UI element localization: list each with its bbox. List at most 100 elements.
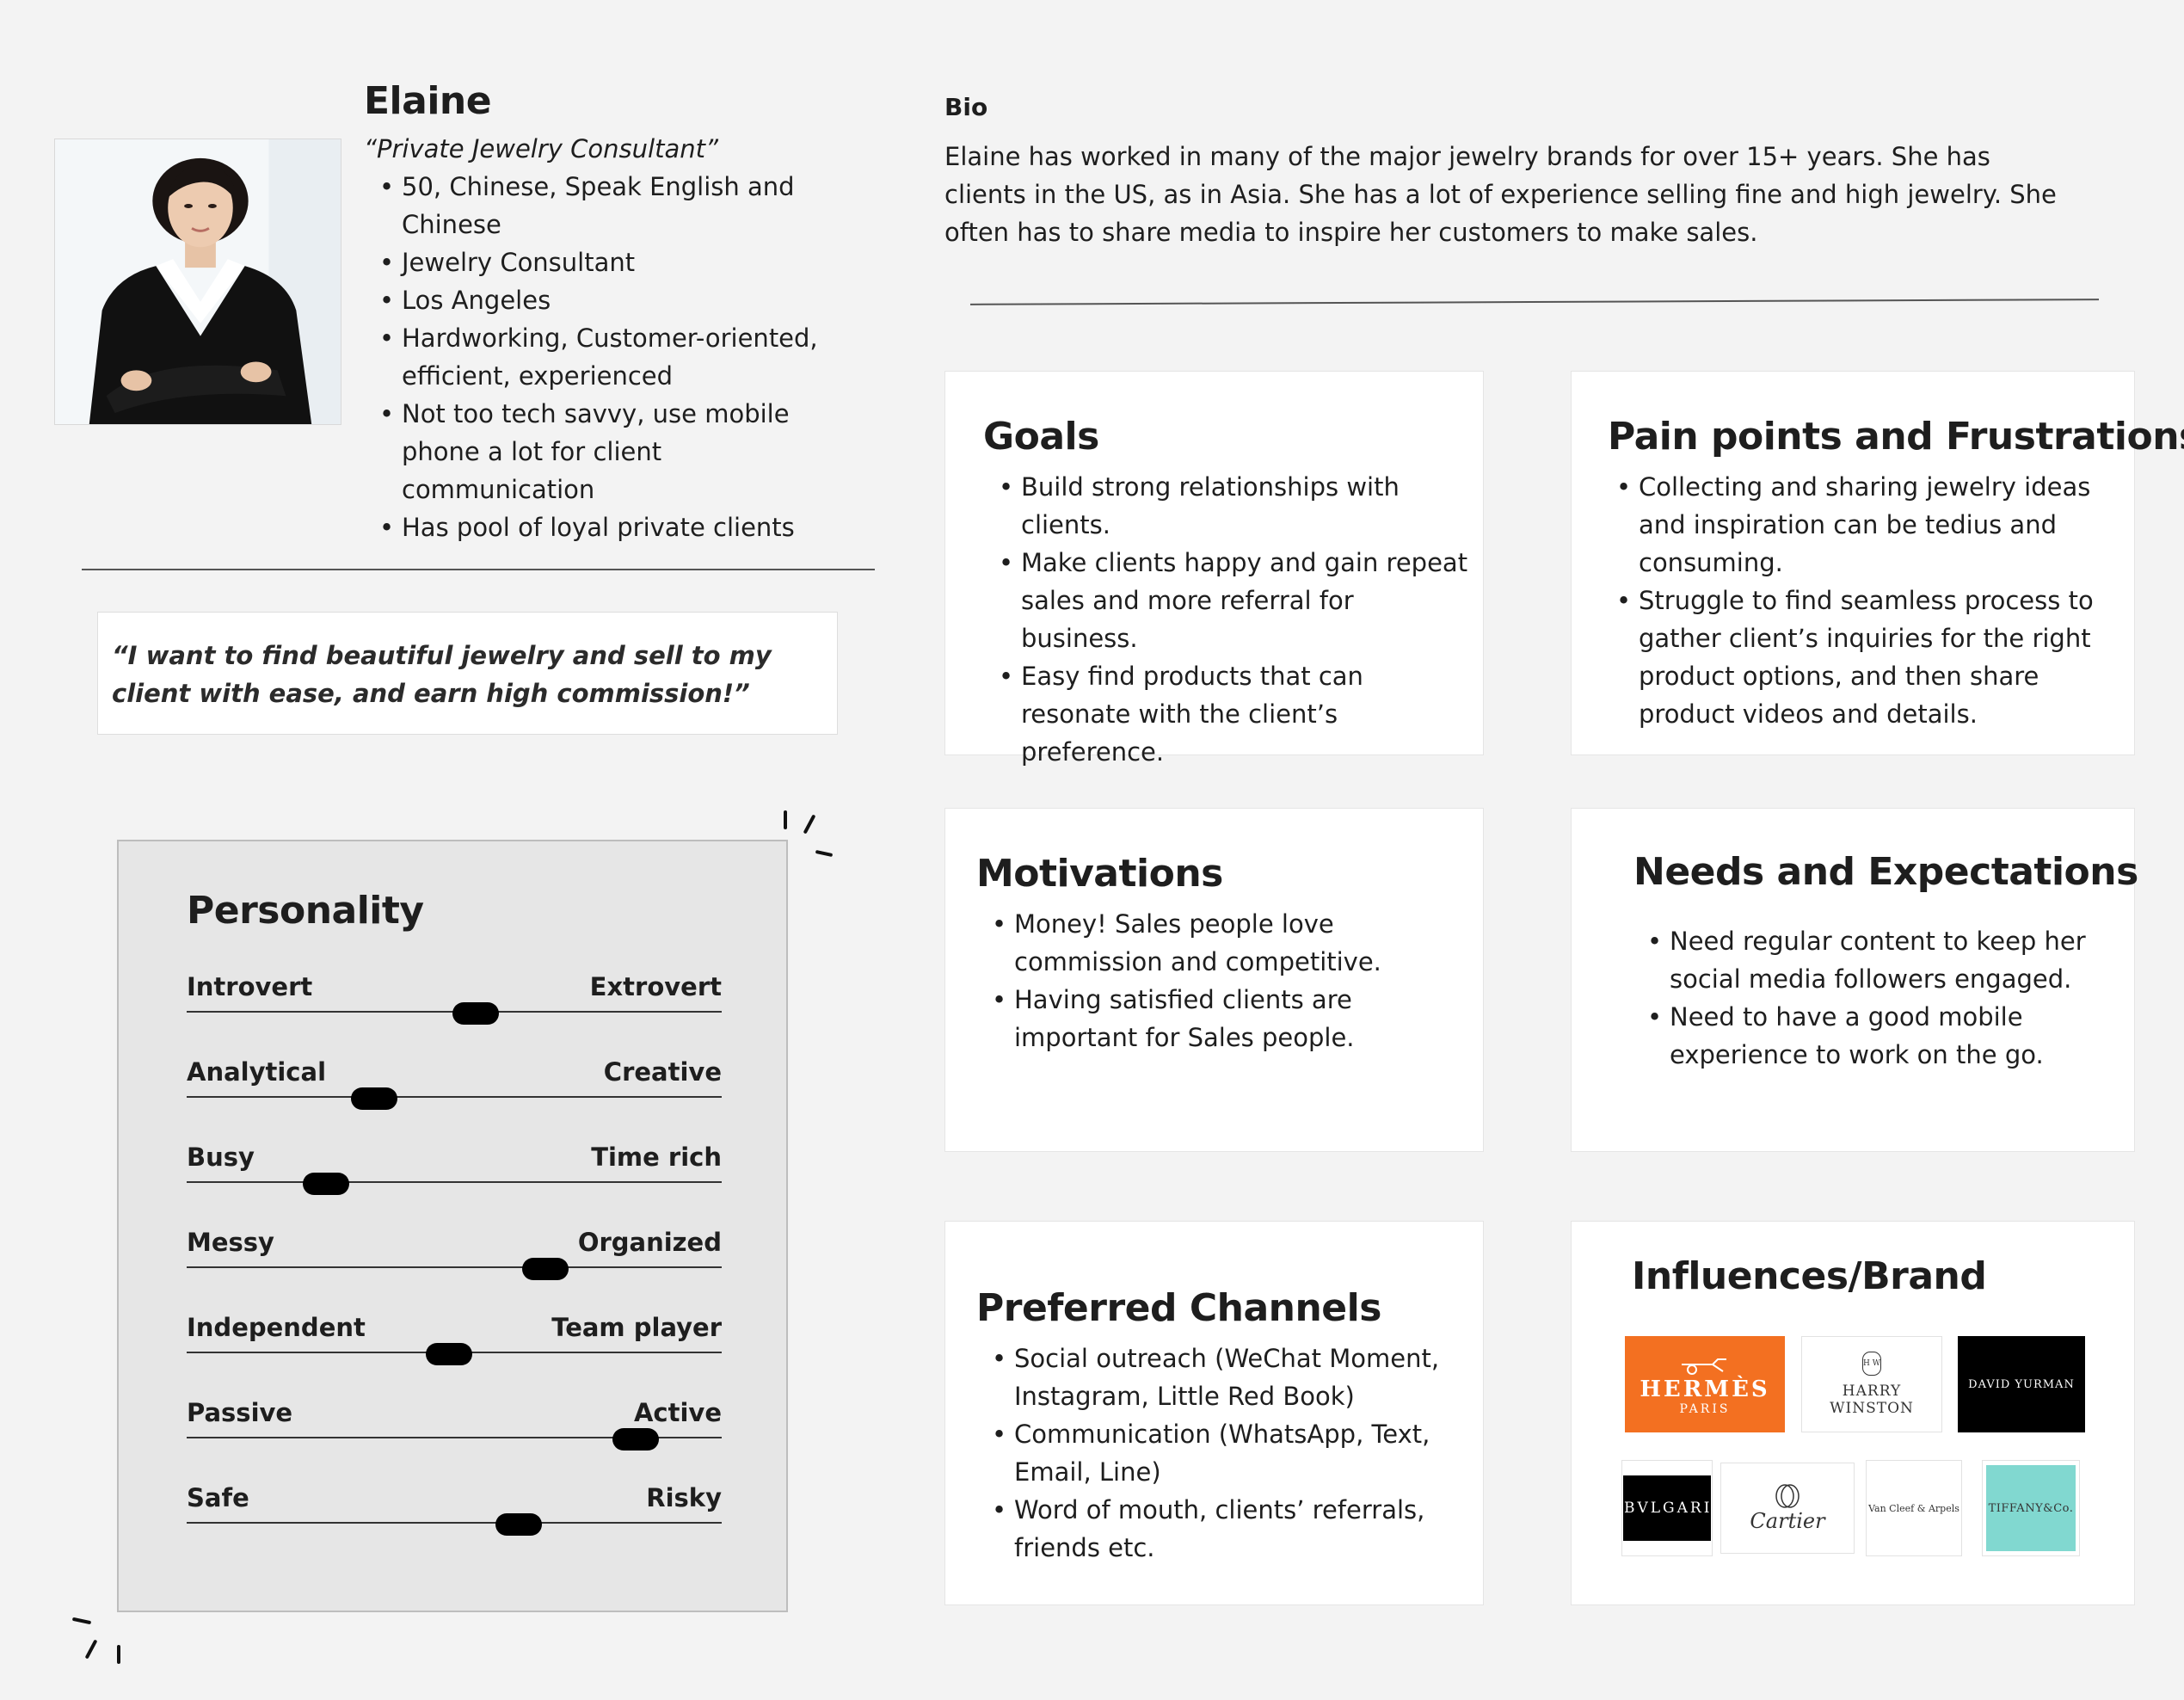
cartier-double-c-icon: [1775, 1484, 1799, 1508]
trait-slider-knob[interactable]: [452, 1002, 499, 1025]
cartier-logo: Cartier: [1720, 1463, 1855, 1554]
trait-track: [187, 1096, 722, 1098]
pain-point-item: Struggle to find seamless process to gat…: [1616, 582, 2098, 733]
trait-messy-organized: Messy Organized: [187, 1228, 722, 1280]
spark-mark: [71, 1617, 92, 1625]
trait-right-label: Team player: [551, 1313, 722, 1342]
spark-mark: [84, 1639, 98, 1660]
pain-points-title: Pain points and Frustrations: [1608, 415, 2184, 459]
hermes-name: HERMÈS: [1640, 1377, 1770, 1402]
goals-title: Goals: [983, 415, 1099, 459]
channel-item: Word of mouth, clients’ referrals, frien…: [992, 1491, 1456, 1567]
trait-independent-teamplayer: Independent Team player: [187, 1313, 722, 1365]
goals-list: Build strong relationships with clients.…: [999, 468, 1472, 771]
tiffany-logo: TIFFANY&Co.: [1982, 1460, 2080, 1556]
fact-item: Not too tech savvy, use mobile phone a l…: [379, 395, 861, 508]
trait-track: [187, 1266, 722, 1268]
goal-item: Build strong relationships with clients.: [999, 468, 1472, 544]
harry-winston-logo: H W HARRY WINSTON: [1801, 1336, 1942, 1432]
david-yurman-logo: DAVID YURMAN: [1958, 1336, 2085, 1432]
trait-right-label: Creative: [603, 1057, 722, 1087]
persona-facts: 50, Chinese, Speak English and Chinese J…: [379, 168, 861, 546]
goal-item: Easy find products that can resonate wit…: [999, 657, 1472, 771]
pain-point-item: Collecting and sharing jewelry ideas and…: [1616, 468, 2098, 582]
carriage-icon: [1682, 1358, 1726, 1375]
trait-slider-knob[interactable]: [303, 1173, 349, 1195]
trait-slider-knob[interactable]: [612, 1428, 659, 1451]
fact-item: Jewelry Consultant: [379, 243, 861, 281]
channel-item: Social outreach (WeChat Moment, Instagra…: [992, 1340, 1456, 1415]
hermes-logo: HERMÈS PARIS: [1625, 1336, 1785, 1432]
trait-right-label: Time rich: [591, 1143, 722, 1172]
bio-text: Elaine has worked in many of the major j…: [944, 142, 2057, 247]
persona-role: “Private Jewelry Consultant”: [364, 134, 719, 163]
trait-safe-risky: Safe Risky: [187, 1483, 722, 1536]
harry-winston-name: HARRY WINSTON: [1830, 1383, 1914, 1417]
spark-mark: [815, 849, 834, 858]
spark-mark: [803, 814, 816, 835]
trait-passive-active: Passive Active: [187, 1398, 722, 1451]
fact-item: Has pool of loyal private clients: [379, 508, 861, 546]
motivation-item: Money! Sales people love commission and …: [992, 905, 1473, 981]
channels-list: Social outreach (WeChat Moment, Instagra…: [992, 1340, 1456, 1567]
pain-points-list: Collecting and sharing jewelry ideas and…: [1616, 468, 2098, 733]
channel-item: Communication (WhatsApp, Text, Email, Li…: [992, 1415, 1456, 1491]
profile-photo: [54, 139, 341, 425]
trait-track: [187, 1522, 722, 1524]
goals-card: Goals Build strong relationships with cl…: [944, 371, 1484, 767]
trait-slider-knob[interactable]: [426, 1343, 472, 1365]
influences-title: Influences/Brand: [1632, 1254, 1987, 1298]
harry-winston-mark: H W: [1862, 1352, 1881, 1376]
bio-label: Bio: [944, 93, 988, 121]
trait-left-label: Busy: [187, 1143, 255, 1172]
trait-left-label: Introvert: [187, 972, 313, 1001]
persona-quote: “I want to find beautiful jewelry and se…: [97, 612, 838, 735]
channels-card: Preferred Channels Social outreach (WeCh…: [944, 1221, 1484, 1605]
needs-list: Need regular content to keep her social …: [1647, 922, 2095, 1074]
bvlgari-name: BVLGARI: [1624, 1500, 1710, 1517]
hermes-sub: PARIS: [1679, 1402, 1731, 1416]
fact-item: Hardworking, Customer-oriented, efficien…: [379, 319, 861, 395]
spark-mark: [784, 810, 787, 829]
trait-right-label: Active: [633, 1398, 722, 1427]
personality-title: Personality: [187, 889, 424, 933]
channels-title: Preferred Channels: [976, 1286, 1381, 1330]
trait-left-label: Safe: [187, 1483, 249, 1512]
need-item: Need regular content to keep her social …: [1647, 922, 2095, 998]
needs-title: Needs and Expectations: [1633, 850, 2138, 894]
david-yurman-name: DAVID YURMAN: [1968, 1377, 2075, 1391]
trait-introvert-extrovert: Introvert Extrovert: [187, 972, 722, 1025]
needs-card: Needs and Expectations Need regular cont…: [1571, 808, 2138, 1152]
persona-name: Elaine: [364, 79, 492, 123]
influences-card: Influences/Brand HERMÈS PARIS H W HARRY …: [1571, 1221, 2135, 1605]
van-cleef-logo: Van Cleef & Arpels: [1866, 1460, 1962, 1556]
trait-left-label: Messy: [187, 1228, 274, 1257]
trait-slider-knob[interactable]: [351, 1087, 397, 1110]
trait-right-label: Extrovert: [589, 972, 722, 1001]
bvlgari-logo: BVLGARI: [1621, 1460, 1713, 1556]
trait-busy-timerich: Busy Time rich: [187, 1143, 722, 1195]
woman-portrait-icon: [55, 139, 341, 424]
motivations-card: Motivations Money! Sales people love com…: [944, 808, 1484, 1152]
trait-right-label: Risky: [646, 1483, 722, 1512]
motivations-list: Money! Sales people love commission and …: [992, 905, 1473, 1056]
trait-track: [187, 1181, 722, 1183]
fact-item: 50, Chinese, Speak English and Chinese: [379, 168, 861, 243]
van-cleef-name: Van Cleef & Arpels: [1868, 1502, 1959, 1514]
pain-points-card: Pain points and Frustrations Collecting …: [1571, 371, 2184, 755]
trait-slider-knob[interactable]: [495, 1513, 542, 1536]
personality-panel: Personality Introvert Extrovert Analytic…: [117, 840, 788, 1612]
fact-item: Los Angeles: [379, 281, 861, 319]
trait-slider-knob[interactable]: [522, 1258, 569, 1280]
trait-analytical-creative: Analytical Creative: [187, 1057, 722, 1110]
trait-left-label: Passive: [187, 1398, 293, 1427]
trait-left-label: Independent: [187, 1313, 366, 1342]
need-item: Need to have a good mobile experience to…: [1647, 998, 2095, 1074]
motivations-title: Motivations: [976, 852, 1223, 896]
profile-divider: [82, 569, 875, 570]
goal-item: Make clients happy and gain repeat sales…: [999, 544, 1472, 657]
trait-left-label: Analytical: [187, 1057, 327, 1087]
tiffany-name: TIFFANY&Co.: [1988, 1501, 2074, 1515]
cartier-name: Cartier: [1750, 1509, 1825, 1533]
trait-right-label: Organized: [577, 1228, 722, 1257]
